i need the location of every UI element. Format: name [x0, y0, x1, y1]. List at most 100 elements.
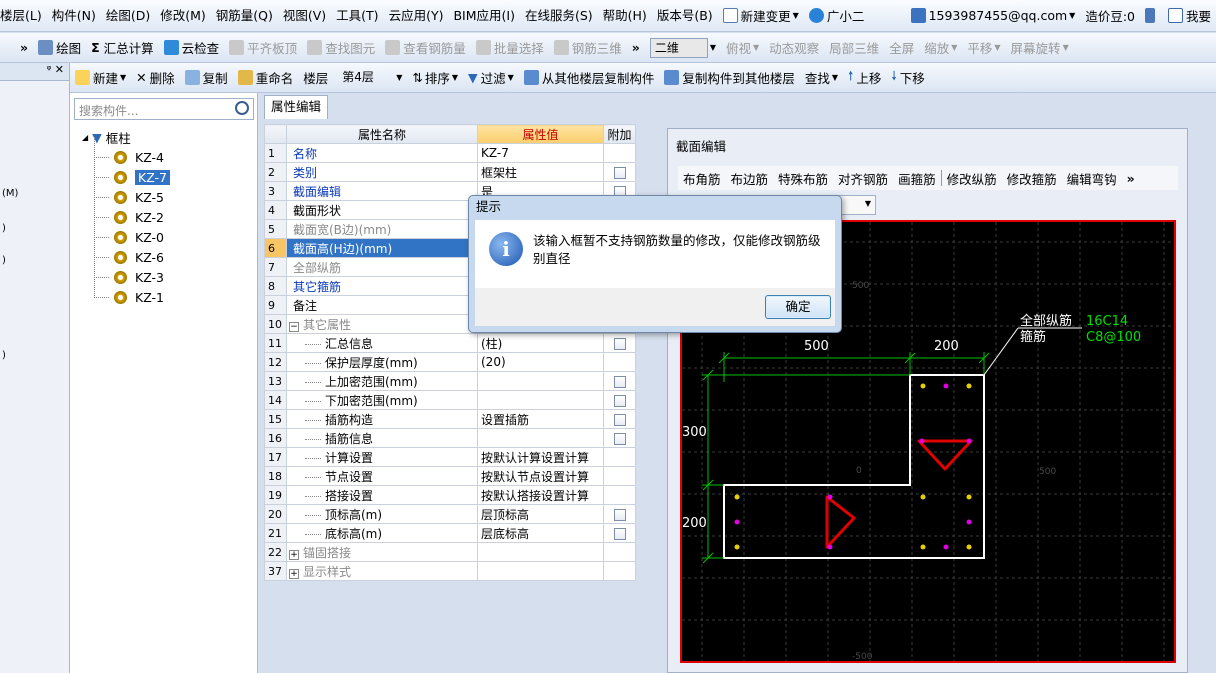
zoom-button[interactable]: 缩放 ▼	[919, 38, 962, 57]
menu-help[interactable]: 帮助(H)	[598, 0, 652, 31]
property-value-cell[interactable]: 框架柱	[477, 162, 604, 182]
property-value-cell[interactable]: KZ-7	[477, 143, 604, 163]
rotate-button[interactable]: 屏幕旋转 ▼	[1006, 38, 1074, 57]
expand-icon[interactable]: +	[289, 549, 299, 560]
property-value-cell[interactable]	[477, 542, 604, 562]
property-row[interactable]: 2 类别 框架柱	[264, 162, 636, 182]
overflow-chevron-icon[interactable]: »	[627, 40, 645, 55]
sort-button[interactable]: ⇅ 排序 ▼	[407, 68, 463, 87]
batch-select-button[interactable]: 批量选择	[471, 38, 549, 57]
expand-icon[interactable]: +	[289, 568, 299, 579]
overflow-chevron-icon[interactable]: »	[1122, 171, 1140, 186]
property-value-cell[interactable]	[477, 561, 604, 581]
ok-button[interactable]: 确定	[765, 295, 831, 319]
menu-cloud[interactable]: 云应用(Y)	[384, 0, 449, 31]
property-value-cell[interactable]: 按默认计算设置计算	[477, 447, 604, 467]
copy-to-floor-button[interactable]: 复制构件到其他楼层	[659, 68, 800, 87]
menu-view[interactable]: 视图(V)	[278, 0, 331, 31]
menu-component[interactable]: 构件(N)	[47, 0, 101, 31]
property-row[interactable]: 13 上加密范围(mm)	[264, 371, 636, 391]
tab-property-edit[interactable]: 属性编辑	[264, 95, 329, 119]
rebar-3d-button[interactable]: 钢筋三维	[549, 38, 627, 57]
property-value-cell[interactable]: 层底标高	[477, 523, 604, 543]
menu-online-service[interactable]: 在线服务(S)	[520, 0, 598, 31]
side-rebar-button[interactable]: 布边筋	[726, 169, 774, 188]
property-value-cell[interactable]	[477, 390, 604, 410]
menu-bim[interactable]: BIM应用(I)	[448, 0, 520, 31]
account-menu[interactable]: 1593987455@qq.com ▼	[906, 8, 1081, 23]
edit-hook-button[interactable]: 编辑弯钩	[1062, 169, 1122, 188]
fullscreen-button[interactable]: 全屏	[884, 38, 919, 57]
property-row[interactable]: 20 顶标高(m) 层顶标高	[264, 504, 636, 524]
menu-draw[interactable]: 绘图(D)	[101, 0, 155, 31]
property-row[interactable]: 12 保护层厚度(mm) (20)	[264, 352, 636, 372]
view-mode-select[interactable]: 二维 ▼	[645, 37, 721, 58]
sum-button[interactable]: Σ 汇总计算	[86, 38, 159, 57]
delete-button[interactable]: ✕ 删除	[131, 68, 180, 87]
extra-checkbox[interactable]	[613, 394, 626, 407]
property-row[interactable]: 15 插筋构造 设置插筋	[264, 409, 636, 429]
property-row[interactable]: 16 插筋信息	[264, 428, 636, 448]
pan-button[interactable]: 平移 ▼	[962, 38, 1005, 57]
property-row[interactable]: 1 名称 KZ-7	[264, 143, 636, 163]
property-value-cell[interactable]: 设置插筋	[477, 409, 604, 429]
guang-xiao-er-button[interactable]: 广小二	[804, 6, 870, 25]
copy-from-floor-button[interactable]: 从其他楼层复制构件	[519, 68, 660, 87]
property-row[interactable]: 19 搭接设置 按默认搭接设置计算	[264, 485, 636, 505]
extra-checkbox[interactable]	[613, 166, 626, 179]
corner-rebar-button[interactable]: 布角筋	[678, 169, 726, 188]
property-row[interactable]: 21 底标高(m) 层底标高	[264, 523, 636, 543]
floor-select[interactable]: 第4层 ▼	[333, 68, 407, 88]
pin-close-icons[interactable]: ᵠ ✕	[0, 63, 69, 81]
property-row[interactable]: 18 节点设置 按默认节点设置计算	[264, 466, 636, 486]
align-rebar-button[interactable]: 对齐钢筋	[833, 169, 893, 188]
property-row[interactable]: 22 + 锚固搭接	[264, 542, 636, 562]
rename-button[interactable]: 重命名	[233, 68, 299, 87]
flat-top-button[interactable]: 平齐板顶	[224, 38, 302, 57]
collapse-icon[interactable]: −	[289, 321, 299, 332]
extra-checkbox[interactable]	[613, 413, 626, 426]
search-icon[interactable]	[235, 101, 249, 115]
property-row[interactable]: 37 + 显示样式	[264, 561, 636, 581]
local-3d-button[interactable]: 局部三维	[824, 38, 884, 57]
menu-rebar-quantity[interactable]: 钢筋量(Q)	[211, 0, 278, 31]
new-change-button[interactable]: 新建变更 ▼	[718, 6, 804, 25]
property-row[interactable]: 14 下加密范围(mm)	[264, 390, 636, 410]
property-value-cell[interactable]: 层顶标高	[477, 504, 604, 524]
edit-longitudinal-button[interactable]: 修改纵筋	[942, 169, 1002, 188]
menu-floor[interactable]: 楼层(L)	[0, 0, 47, 31]
find-element-button[interactable]: 查找图元	[302, 38, 380, 57]
move-up-button[interactable]: 🠕 上移	[843, 67, 886, 88]
draw-stirrup-button[interactable]: 画箍筋	[893, 169, 941, 188]
property-row[interactable]: 11 汇总信息 (柱)	[264, 333, 636, 353]
top-view-button[interactable]: 俯视 ▼	[721, 38, 764, 57]
message-button[interactable]: 我要	[1163, 6, 1216, 25]
view-rebar-button[interactable]: 查看钢筋量	[380, 38, 471, 57]
extra-checkbox[interactable]	[613, 527, 626, 540]
extra-checkbox[interactable]	[613, 508, 626, 521]
edit-stirrup-button[interactable]: 修改箍筋	[1002, 169, 1062, 188]
nav-label[interactable]: )	[2, 255, 6, 266]
move-down-button[interactable]: 🠗 下移	[886, 67, 929, 88]
notification-button[interactable]	[1140, 8, 1163, 23]
menu-version[interactable]: 版本号(B)	[652, 0, 718, 31]
nav-label[interactable]: )	[2, 223, 6, 234]
extra-checkbox[interactable]	[613, 337, 626, 350]
extra-checkbox[interactable]	[613, 432, 626, 445]
special-rebar-button[interactable]: 特殊布筋	[773, 169, 833, 188]
property-row[interactable]: 17 计算设置 按默认计算设置计算	[264, 447, 636, 467]
tree-item[interactable]: KZ-1	[82, 277, 254, 307]
collapse-icon[interactable]: ◢	[82, 133, 88, 142]
menu-tools[interactable]: 工具(T)	[331, 0, 383, 31]
property-value-cell[interactable]: 按默认节点设置计算	[477, 466, 604, 486]
nav-label[interactable]: (M)	[2, 188, 18, 199]
menu-modify[interactable]: 修改(M)	[155, 0, 211, 31]
overflow-chevron-icon[interactable]: »	[0, 40, 33, 55]
nav-label[interactable]: )	[2, 350, 6, 361]
property-value-cell[interactable]: 按默认搭接设置计算	[477, 485, 604, 505]
extra-checkbox[interactable]	[613, 375, 626, 388]
search-input[interactable]: 搜索构件...	[74, 98, 254, 120]
property-value-cell[interactable]: (20)	[477, 352, 604, 372]
draw-button[interactable]: 绘图	[33, 38, 86, 57]
dynamic-view-button[interactable]: 动态观察	[764, 38, 824, 57]
